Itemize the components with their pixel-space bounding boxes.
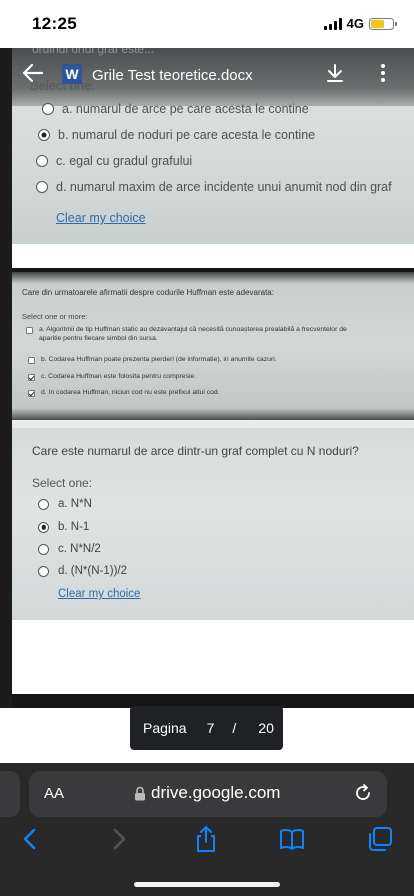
word-app-icon: W xyxy=(62,64,82,84)
option-label: d. numarul maxim de arce incidente unui … xyxy=(56,180,392,194)
option-label: a. numarul de arce pe care acesta le con… xyxy=(62,102,309,116)
page-gap xyxy=(12,244,414,268)
back-arrow-icon[interactable] xyxy=(22,62,44,84)
share-icon[interactable] xyxy=(192,825,220,853)
select-label: Select one or more: xyxy=(22,312,88,321)
page-image-2: Care din urmatoarele afirmatii despre co… xyxy=(12,272,414,420)
option-label: b. numarul de noduri pe care acesta le c… xyxy=(58,128,316,142)
radio-icon[interactable] xyxy=(42,103,54,115)
chevron-left-icon[interactable] xyxy=(17,825,45,853)
screen: 12:25 4G ordinul unui graf este... Selec… xyxy=(0,0,414,896)
current-page: 7 xyxy=(206,720,215,736)
checkbox-icon[interactable] xyxy=(26,327,33,334)
select-label: Select one: xyxy=(32,476,93,490)
network-type: 4G xyxy=(346,16,364,31)
option-b[interactable]: b. Codarea Huffman poate prezenta pierde… xyxy=(28,356,277,364)
book-icon[interactable] xyxy=(278,825,306,853)
option-b[interactable]: b. N-1 xyxy=(38,521,89,533)
option-label-line-2: aparitie pentru fiecare simbol din sursa… xyxy=(39,335,158,342)
page-gap xyxy=(12,420,414,428)
option-a[interactable]: a. N*N xyxy=(38,498,92,510)
option-label: c. egal cu gradul grafului xyxy=(56,154,193,168)
option-b[interactable]: b. numarul de noduri pe care acesta le c… xyxy=(38,128,315,142)
radio-icon[interactable] xyxy=(38,543,49,555)
download-icon[interactable] xyxy=(324,62,346,84)
home-indicator xyxy=(134,882,280,887)
option-label: b. N-1 xyxy=(58,521,90,533)
status-time: 12:25 xyxy=(32,14,77,33)
document-title: Grile Test teoretice.docx xyxy=(92,67,253,84)
chevron-right-icon[interactable] xyxy=(104,825,132,853)
page-indicator: Pagina 7 / 20 xyxy=(130,706,283,750)
page-blank xyxy=(12,620,414,694)
radio-icon[interactable] xyxy=(38,565,49,577)
radio-icon[interactable] xyxy=(38,498,49,510)
clear-choice-link[interactable]: Clear my choice xyxy=(58,588,140,600)
option-label: b. Codarea Huffman poate prezenta pierde… xyxy=(41,356,277,363)
radio-icon[interactable] xyxy=(36,181,48,193)
page-image-3: Care este numarul de arce dintr-un graf … xyxy=(12,428,414,620)
option-c[interactable]: c. egal cu gradul grafului xyxy=(36,154,192,168)
option-d[interactable]: d. numarul maxim de arce incidente unui … xyxy=(36,180,392,194)
tabs-icon[interactable] xyxy=(366,825,394,853)
page-separator: / xyxy=(232,720,237,736)
status-bar: 12:25 4G xyxy=(0,0,414,48)
option-label-line-1: a. Algoritmii de tip Huffman static au d… xyxy=(39,326,347,333)
option-d[interactable]: d. In codarea Huffman, niciun cod nu est… xyxy=(28,389,220,397)
question-text: Care din urmatoarele afirmatii despre co… xyxy=(22,288,274,297)
option-label: a. Algoritmii de tip Huffman static au d… xyxy=(39,326,347,342)
address-bar[interactable]: AA drive.google.com xyxy=(29,771,387,817)
option-c[interactable]: c. Codarea Huffman este folosita pentru … xyxy=(28,373,196,381)
battery-icon xyxy=(369,17,397,30)
clear-choice-link[interactable]: Clear my choice xyxy=(56,211,146,225)
checkbox-checked-icon[interactable] xyxy=(28,374,35,381)
option-a[interactable]: a. numarul de arce pe care acesta le con… xyxy=(42,102,309,116)
option-d[interactable]: d. (N*(N-1))/2 xyxy=(38,565,127,577)
option-label: d. (N*(N-1))/2 xyxy=(58,565,128,577)
radio-icon[interactable] xyxy=(36,155,48,167)
reload-icon[interactable] xyxy=(353,783,373,803)
option-label: d. In codarea Huffman, niciun cod nu est… xyxy=(41,389,220,396)
document-viewer[interactable]: ordinul unui graf este... Select one: a.… xyxy=(0,48,414,763)
checkbox-checked-icon[interactable] xyxy=(28,390,35,397)
document-header: W Grile Test teoretice.docx xyxy=(0,56,414,96)
lock-icon xyxy=(135,786,145,801)
option-label: c. Codarea Huffman este folosita pentru … xyxy=(41,373,197,380)
question-text: Care este numarul de arce dintr-un graf … xyxy=(32,444,359,458)
option-a[interactable]: a. Algoritmii de tip Huffman static au d… xyxy=(26,326,412,342)
option-label: a. N*N xyxy=(58,498,92,510)
more-vertical-icon[interactable] xyxy=(372,62,394,84)
url-text[interactable]: drive.google.com xyxy=(151,783,280,803)
cut-off-text: ordinul unui graf este... xyxy=(32,48,155,56)
total-pages: 20 xyxy=(258,720,274,736)
option-label: c. N*N/2 xyxy=(58,543,101,555)
cellular-signal-icon xyxy=(323,17,342,30)
page-label: Pagina xyxy=(143,720,187,736)
previous-tab-peek[interactable] xyxy=(0,771,20,817)
text-size-button[interactable]: AA xyxy=(44,785,64,802)
option-c[interactable]: c. N*N/2 xyxy=(38,543,101,555)
checkbox-icon[interactable] xyxy=(28,357,35,364)
radio-checked-icon[interactable] xyxy=(38,129,50,141)
radio-checked-icon[interactable] xyxy=(38,521,49,533)
status-indicators: 4G xyxy=(323,16,397,31)
safari-toolbar: AA drive.google.com xyxy=(0,763,414,896)
